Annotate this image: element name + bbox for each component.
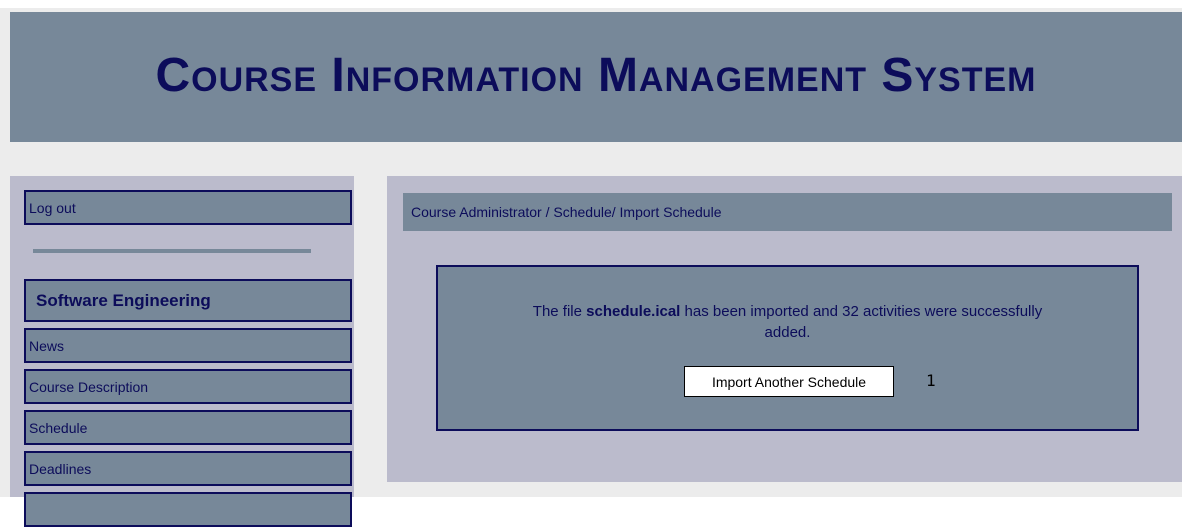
- breadcrumb-text: Course Administrator / Schedule/ Import …: [411, 204, 722, 220]
- sidebar-item-next[interactable]: [24, 492, 352, 527]
- course-title: Software Engineering: [36, 290, 211, 310]
- annotation-marker: 1: [926, 371, 936, 390]
- logout-link[interactable]: Log out: [24, 190, 352, 225]
- sidebar-item-label: Deadlines: [29, 460, 92, 477]
- sidebar-item-news[interactable]: News: [24, 328, 352, 363]
- import-message: The file schedule.ical has been imported…: [438, 301, 1137, 343]
- logout-label: Log out: [29, 199, 76, 216]
- message-suffix: has been imported and 32 activities were…: [680, 303, 1043, 320]
- message-line-1: The file schedule.ical has been imported…: [438, 301, 1137, 322]
- sidebar-item-course-description[interactable]: Course Description: [24, 369, 352, 404]
- sidebar: Log out Software Engineering News Course…: [10, 176, 354, 527]
- sidebar-item-label: Schedule: [29, 419, 88, 436]
- sidebar-item-deadlines[interactable]: Deadlines: [24, 451, 352, 486]
- message-line-2: added.: [764, 324, 811, 341]
- sidebar-item-label: News: [29, 337, 65, 354]
- sidebar-divider: [33, 249, 311, 253]
- message-box: The file schedule.ical has been imported…: [436, 265, 1139, 431]
- page-header: Course Information Management System: [10, 12, 1182, 142]
- sidebar-item-label: Course Description: [29, 378, 149, 395]
- import-another-schedule-button[interactable]: Import Another Schedule: [684, 366, 894, 397]
- course-title-box: Software Engineering: [24, 279, 352, 322]
- message-filename: schedule.ical: [586, 303, 681, 320]
- sidebar-item-schedule[interactable]: Schedule: [24, 410, 352, 445]
- page-title: Course Information Management System: [155, 48, 1037, 102]
- message-prefix: The file: [532, 303, 587, 320]
- breadcrumb: Course Administrator / Schedule/ Import …: [403, 193, 1172, 231]
